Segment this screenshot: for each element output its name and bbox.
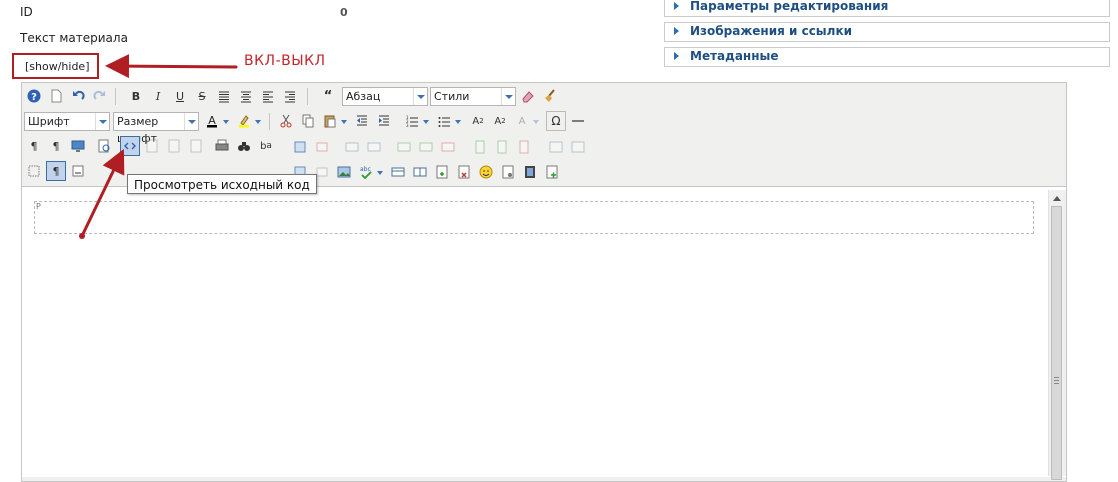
arrow-origin-dot (79, 233, 85, 239)
annotation-arrows (79, 54, 238, 239)
arrow-to-showhide (105, 54, 238, 79)
arrow-to-source-button (80, 148, 125, 238)
